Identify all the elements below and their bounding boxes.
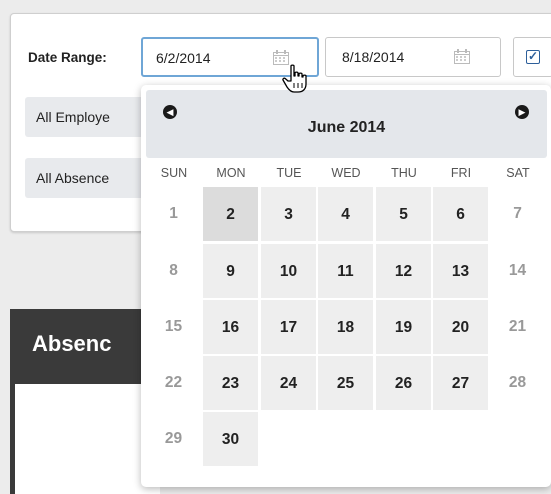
weekday-header-mon: MON	[216, 166, 246, 180]
calendar-day-18[interactable]: 18	[317, 299, 374, 355]
month-title: June 2014	[307, 119, 386, 136]
calendar-day-22[interactable]: 22	[145, 355, 202, 411]
calendar-day-21[interactable]: 21	[489, 299, 546, 355]
absence-select-value: All Absence	[36, 170, 110, 186]
employee-select-value: All Employe	[36, 109, 110, 125]
chevron-right-icon[interactable]: ▶	[515, 105, 529, 119]
start-date-value: 6/2/2014	[156, 50, 211, 66]
calendar-day-30[interactable]: 30	[202, 411, 259, 467]
calendar-header: ◀ ▶ June 2014	[146, 90, 547, 158]
calendar-day-11[interactable]: 11	[317, 243, 374, 299]
calendar-day-3[interactable]: 3	[260, 186, 317, 242]
checkmark-icon: ✓	[526, 49, 540, 64]
hand-cursor-icon	[282, 64, 307, 93]
calendar-day-19[interactable]: 19	[375, 299, 432, 355]
filter-checkbox[interactable]: ✓	[513, 37, 551, 77]
calendar-day-12[interactable]: 12	[375, 243, 432, 299]
date-range-label: Date Range:	[28, 50, 107, 65]
calendar-icon[interactable]	[273, 50, 289, 65]
calendar-day-25[interactable]: 25	[317, 355, 374, 411]
date-picker-popup: ◀ ▶ June 2014 SUN MON TUE WED THU FRI SAT 1234…	[141, 85, 551, 487]
calendar-day-1[interactable]: 1	[145, 186, 202, 242]
calendar-day-20[interactable]: 20	[432, 299, 489, 355]
calendar-day-16[interactable]: 16	[202, 299, 259, 355]
calendar-day-4[interactable]: 4	[317, 186, 374, 242]
weekday-header-thu: THU	[391, 166, 417, 180]
calendar-day-28[interactable]: 28	[489, 355, 546, 411]
calendar-day-6[interactable]: 6	[432, 186, 489, 242]
chevron-left-icon[interactable]: ◀	[163, 105, 177, 119]
calendar-day-23[interactable]: 23	[202, 355, 259, 411]
weekday-header-sun: SUN	[160, 166, 188, 180]
weekday-header-sat: SAT	[506, 166, 530, 180]
calendar-day-8[interactable]: 8	[145, 243, 202, 299]
calendar-day-2[interactable]: 2	[202, 186, 259, 242]
calendar-day-14[interactable]: 14	[489, 243, 546, 299]
calendar-day-17[interactable]: 17	[260, 299, 317, 355]
calendar-icon[interactable]	[454, 49, 470, 64]
report-header: Absenc	[10, 309, 160, 384]
calendar-day-13[interactable]: 13	[432, 243, 489, 299]
end-date-input[interactable]: 8/18/2014	[325, 37, 501, 77]
calendar-day-27[interactable]: 27	[432, 355, 489, 411]
calendar-day-7[interactable]: 7	[489, 186, 546, 242]
report-body	[10, 384, 160, 494]
report-title: Absenc	[32, 331, 112, 356]
calendar-day-26[interactable]: 26	[375, 355, 432, 411]
calendar-day-29[interactable]: 29	[145, 411, 202, 467]
calendar-day-9[interactable]: 9	[202, 243, 259, 299]
weekday-header-wed: WED	[331, 166, 361, 180]
calendar-day-5[interactable]: 5	[375, 186, 432, 242]
weekday-header-tue: TUE	[276, 166, 302, 180]
calendar-day-15[interactable]: 15	[145, 299, 202, 355]
calendar-day-10[interactable]: 10	[260, 243, 317, 299]
weekday-header-fri: FRI	[450, 166, 472, 180]
calendar-day-24[interactable]: 24	[260, 355, 317, 411]
end-date-value: 8/18/2014	[342, 49, 405, 65]
